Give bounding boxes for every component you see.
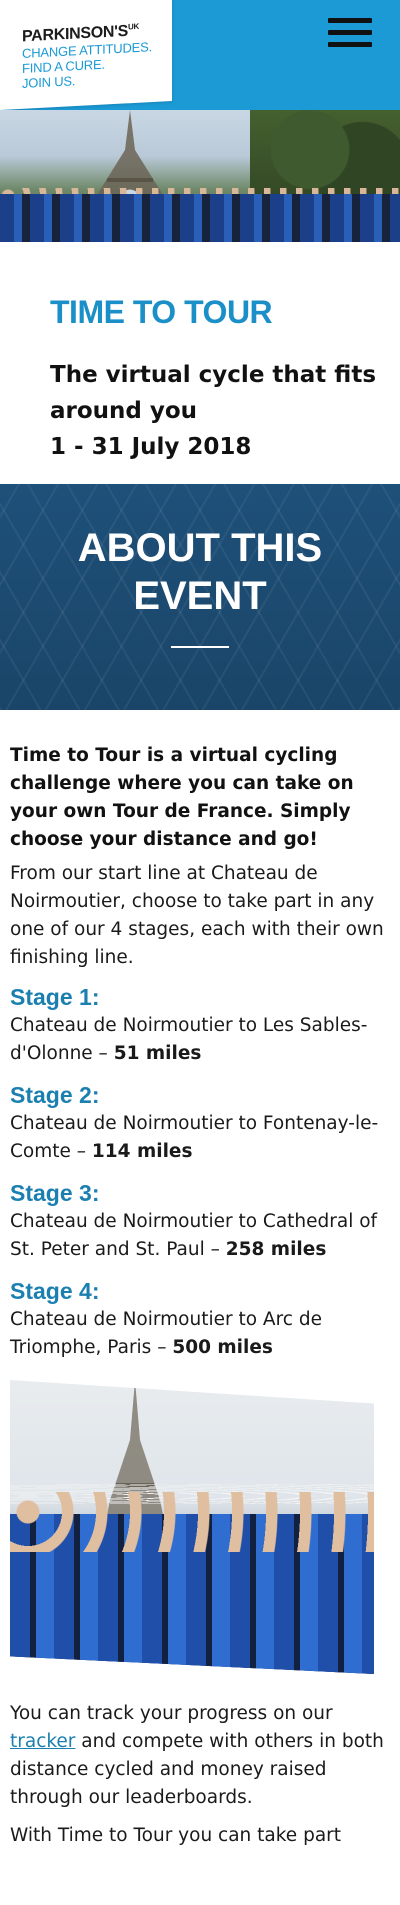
stage-distance: 51 miles <box>113 1043 202 1064</box>
intro-subtitle-line1: The virtual cycle that fits <box>50 362 377 388</box>
intro-subtitle-line2: around you <box>50 398 198 424</box>
about-title-line1: ABOUT THIS <box>77 526 323 570</box>
parkinsons-logo[interactable]: PARKINSON'SUK CHANGE ATTITUDES. FIND A C… <box>22 21 152 91</box>
logo-brand-sup: UK <box>128 21 139 32</box>
site-header: PARKINSON'SUK CHANGE ATTITUDES. FIND A C… <box>0 0 400 110</box>
lead-paragraph: Time to Tour is a virtual cycling challe… <box>10 745 354 850</box>
stage-title: Stage 3: <box>10 1180 100 1206</box>
riders-faces <box>10 1492 374 1552</box>
about-banner: ABOUT THIS EVENT <box>0 484 400 710</box>
stage-distance: 258 miles <box>225 1239 327 1260</box>
stage-desc: Chateau de Noirmoutier to Les Sables-d'O… <box>10 1012 388 1068</box>
stage-1: Stage 1: Chateau de Noirmoutier to Les S… <box>10 982 388 1068</box>
hamburger-icon[interactable] <box>328 18 372 48</box>
stage-desc: Chateau de Noirmoutier to Cathedral of S… <box>10 1208 388 1264</box>
stage-4: Stage 4: Chateau de Noirmoutier to Arc d… <box>10 1276 388 1362</box>
stage-route: Chateau de Noirmoutier to Fontenay-le-Co… <box>10 1113 379 1162</box>
tracker-paragraph: You can track your progress on our track… <box>10 1700 388 1812</box>
intro-subtitle: The virtual cycle that fits around you 1… <box>50 357 400 465</box>
hero-image <box>0 110 400 242</box>
stage-title: Stage 2: <box>10 1082 100 1108</box>
stage-desc: Chateau de Noirmoutier to Fontenay-le-Co… <box>10 1110 388 1166</box>
stage-desc: Chateau de Noirmoutier to Arc de Triomph… <box>10 1306 388 1362</box>
intro-dates: 1 - 31 July 2018 <box>50 434 252 460</box>
stage-title: Stage 1: <box>10 984 100 1010</box>
closing-paragraph: With Time to Tour you can take part <box>10 1825 342 1846</box>
stage-distance: 114 miles <box>91 1141 193 1162</box>
about-title-line2: EVENT <box>133 574 267 618</box>
about-divider <box>171 646 229 648</box>
about-title: ABOUT THIS EVENT <box>0 484 400 620</box>
hero-crowd <box>0 194 400 242</box>
stage-route: Chateau de Noirmoutier to Arc de Triomph… <box>10 1309 322 1358</box>
main-content: Time to Tour is a virtual cycling challe… <box>0 710 400 1850</box>
stage-title: Stage 4: <box>10 1278 100 1304</box>
stage-3: Stage 3: Chateau de Noirmoutier to Cathe… <box>10 1178 388 1264</box>
page-title: TIME TO TOUR <box>50 294 273 330</box>
intro-paragraph: From our start line at Chateau de Noirmo… <box>10 863 384 968</box>
riders-photo <box>10 1380 374 1674</box>
stage-distance: 500 miles <box>172 1337 273 1358</box>
tracker-link[interactable]: tracker <box>10 1731 75 1752</box>
tracker-text-before: You can track your progress on our <box>10 1703 333 1724</box>
stage-2: Stage 2: Chateau de Noirmoutier to Fonte… <box>10 1080 388 1166</box>
